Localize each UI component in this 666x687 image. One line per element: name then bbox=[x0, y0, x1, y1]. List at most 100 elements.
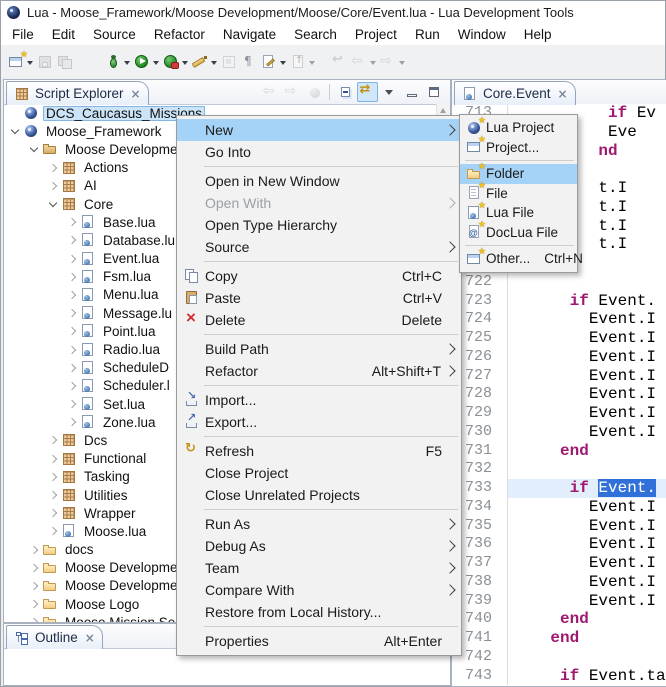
expanded-arrow-icon[interactable] bbox=[26, 140, 41, 158]
menu-item-restore-from-local-history[interactable]: Restore from Local History... bbox=[177, 601, 461, 623]
menubar-refactor[interactable]: Refactor bbox=[145, 27, 214, 42]
collapsed-arrow-icon[interactable] bbox=[26, 595, 41, 613]
menu-item-doclua-file[interactable]: ★DocLua File bbox=[460, 223, 577, 243]
highlighter-button[interactable] bbox=[190, 49, 219, 75]
new-wizard-button[interactable]: ★ bbox=[6, 49, 35, 75]
code-line[interactable]: 743 if Event.ta bbox=[452, 667, 666, 686]
code-line[interactable]: 741 end bbox=[452, 629, 666, 648]
collapsed-arrow-icon[interactable] bbox=[64, 340, 79, 358]
collapsed-arrow-icon[interactable] bbox=[26, 613, 41, 622]
collapsed-arrow-icon[interactable] bbox=[64, 395, 79, 413]
code-line[interactable]: 730 Event.I bbox=[452, 423, 666, 442]
debug-button[interactable] bbox=[103, 49, 132, 75]
menu-item-open-type-hierarchy[interactable]: Open Type Hierarchy bbox=[177, 214, 461, 236]
code-line[interactable]: 723 if Event. bbox=[452, 292, 666, 311]
menu-item-open-in-new-window[interactable]: Open in New Window bbox=[177, 170, 461, 192]
dropdown-arrow-icon[interactable] bbox=[280, 61, 286, 68]
collapsed-arrow-icon[interactable] bbox=[64, 286, 79, 304]
collapsed-arrow-icon[interactable] bbox=[45, 504, 60, 522]
tab-core-event[interactable]: Core.Event × bbox=[454, 81, 576, 105]
collapsed-arrow-icon[interactable] bbox=[26, 541, 41, 559]
close-icon[interactable]: × bbox=[558, 87, 568, 101]
code-line[interactable]: 736 Event.I bbox=[452, 535, 666, 554]
collapsed-arrow-icon[interactable] bbox=[45, 468, 60, 486]
tab-outline[interactable]: Outline × bbox=[6, 625, 103, 649]
tab-script-explorer[interactable]: Script Explorer × bbox=[6, 81, 149, 105]
menu-item-source[interactable]: Source bbox=[177, 236, 461, 258]
save-all-button[interactable] bbox=[55, 49, 75, 75]
close-icon[interactable]: × bbox=[85, 631, 95, 645]
menu-item-go-into[interactable]: Go Into bbox=[177, 141, 461, 163]
menu-item-other[interactable]: ★Other...Ctrl+N bbox=[460, 249, 577, 269]
minimize-button[interactable] bbox=[401, 82, 422, 102]
code-line[interactable]: 724 Event.I bbox=[452, 310, 666, 329]
menu-item-project[interactable]: ★Project... bbox=[460, 138, 577, 158]
menubar-help[interactable]: Help bbox=[515, 27, 561, 42]
collapsed-arrow-icon[interactable] bbox=[64, 359, 79, 377]
doc-up-button[interactable] bbox=[288, 49, 317, 75]
menu-item-compare-with[interactable]: Compare With bbox=[177, 579, 461, 601]
menubar-edit[interactable]: Edit bbox=[43, 27, 84, 42]
close-icon[interactable]: × bbox=[131, 87, 141, 101]
forward-button[interactable] bbox=[378, 49, 407, 75]
dropdown-arrow-icon[interactable] bbox=[370, 61, 376, 68]
menubar-navigate[interactable]: Navigate bbox=[214, 27, 285, 42]
menu-item-open-with[interactable]: Open With bbox=[177, 192, 461, 214]
maximize-button[interactable] bbox=[423, 82, 444, 102]
menu-item-export[interactable]: Export... bbox=[177, 411, 461, 433]
run-external-button[interactable] bbox=[161, 49, 190, 75]
code-line[interactable]: 729 Event.I bbox=[452, 404, 666, 423]
collapsed-arrow-icon[interactable] bbox=[45, 431, 60, 449]
menu-item-refresh[interactable]: RefreshF5 bbox=[177, 440, 461, 462]
code-line[interactable]: 732 bbox=[452, 460, 666, 479]
code-line[interactable]: 728 Event.I bbox=[452, 385, 666, 404]
collapsed-arrow-icon[interactable] bbox=[64, 377, 79, 395]
collapsed-arrow-icon[interactable] bbox=[45, 486, 60, 504]
code-line[interactable]: 725 Event.I bbox=[452, 329, 666, 348]
collapsed-arrow-icon[interactable] bbox=[64, 231, 79, 249]
menu-item-properties[interactable]: PropertiesAlt+Enter bbox=[177, 630, 461, 652]
nav-forward-button[interactable] bbox=[282, 82, 303, 102]
collapsed-arrow-icon[interactable] bbox=[45, 159, 60, 177]
code-line[interactable]: 742 bbox=[452, 648, 666, 667]
menu-item-import[interactable]: Import... bbox=[177, 389, 461, 411]
collapsed-arrow-icon[interactable] bbox=[64, 213, 79, 231]
code-line[interactable]: 740 end bbox=[452, 610, 666, 629]
code-line[interactable]: 738 Event.I bbox=[452, 573, 666, 592]
dropdown-arrow-icon[interactable] bbox=[211, 61, 217, 68]
nav-back-button[interactable] bbox=[260, 82, 281, 102]
menu-item-close-project[interactable]: Close Project bbox=[177, 462, 461, 484]
menu-item-delete[interactable]: DeleteDelete bbox=[177, 309, 461, 331]
menu-item-build-path[interactable]: Build Path bbox=[177, 338, 461, 360]
menu-item-debug-as[interactable]: Debug As bbox=[177, 535, 461, 557]
menubar-project[interactable]: Project bbox=[346, 27, 406, 42]
dropdown-arrow-icon[interactable] bbox=[182, 61, 188, 68]
code-line[interactable]: 739 Event.I bbox=[452, 592, 666, 611]
menu-item-close-unrelated-projects[interactable]: Close Unrelated Projects bbox=[177, 484, 461, 506]
menu-item-team[interactable]: Team bbox=[177, 557, 461, 579]
collapsed-arrow-icon[interactable] bbox=[64, 322, 79, 340]
collapsed-arrow-icon[interactable] bbox=[64, 413, 79, 431]
dropdown-arrow-icon[interactable] bbox=[153, 61, 159, 68]
view-menu-button[interactable] bbox=[379, 82, 400, 102]
show-whitespace-button[interactable] bbox=[239, 49, 259, 75]
menubar-file[interactable]: File bbox=[3, 27, 43, 42]
menu-item-paste[interactable]: PasteCtrl+V bbox=[177, 287, 461, 309]
menubar-source[interactable]: Source bbox=[84, 27, 145, 42]
code-line[interactable]: 731 end bbox=[452, 442, 666, 461]
code-line[interactable]: 726 Event.I bbox=[452, 348, 666, 367]
dropdown-arrow-icon[interactable] bbox=[27, 61, 33, 68]
collapsed-arrow-icon[interactable] bbox=[64, 268, 79, 286]
mark-occurrences-button[interactable] bbox=[219, 49, 239, 75]
save-button[interactable] bbox=[35, 49, 55, 75]
dropdown-arrow-icon[interactable] bbox=[399, 61, 405, 68]
menubar-window[interactable]: Window bbox=[449, 27, 515, 42]
expanded-arrow-icon[interactable] bbox=[7, 122, 22, 140]
run-button[interactable] bbox=[132, 49, 161, 75]
code-line[interactable]: 733 if Event. bbox=[452, 479, 666, 498]
collapse-all-button[interactable] bbox=[335, 82, 356, 102]
dropdown-arrow-icon[interactable] bbox=[124, 61, 130, 68]
scroll-up-icon[interactable] bbox=[440, 108, 446, 113]
link-editor-button[interactable] bbox=[357, 82, 378, 102]
menu-item-new[interactable]: New bbox=[177, 119, 461, 141]
